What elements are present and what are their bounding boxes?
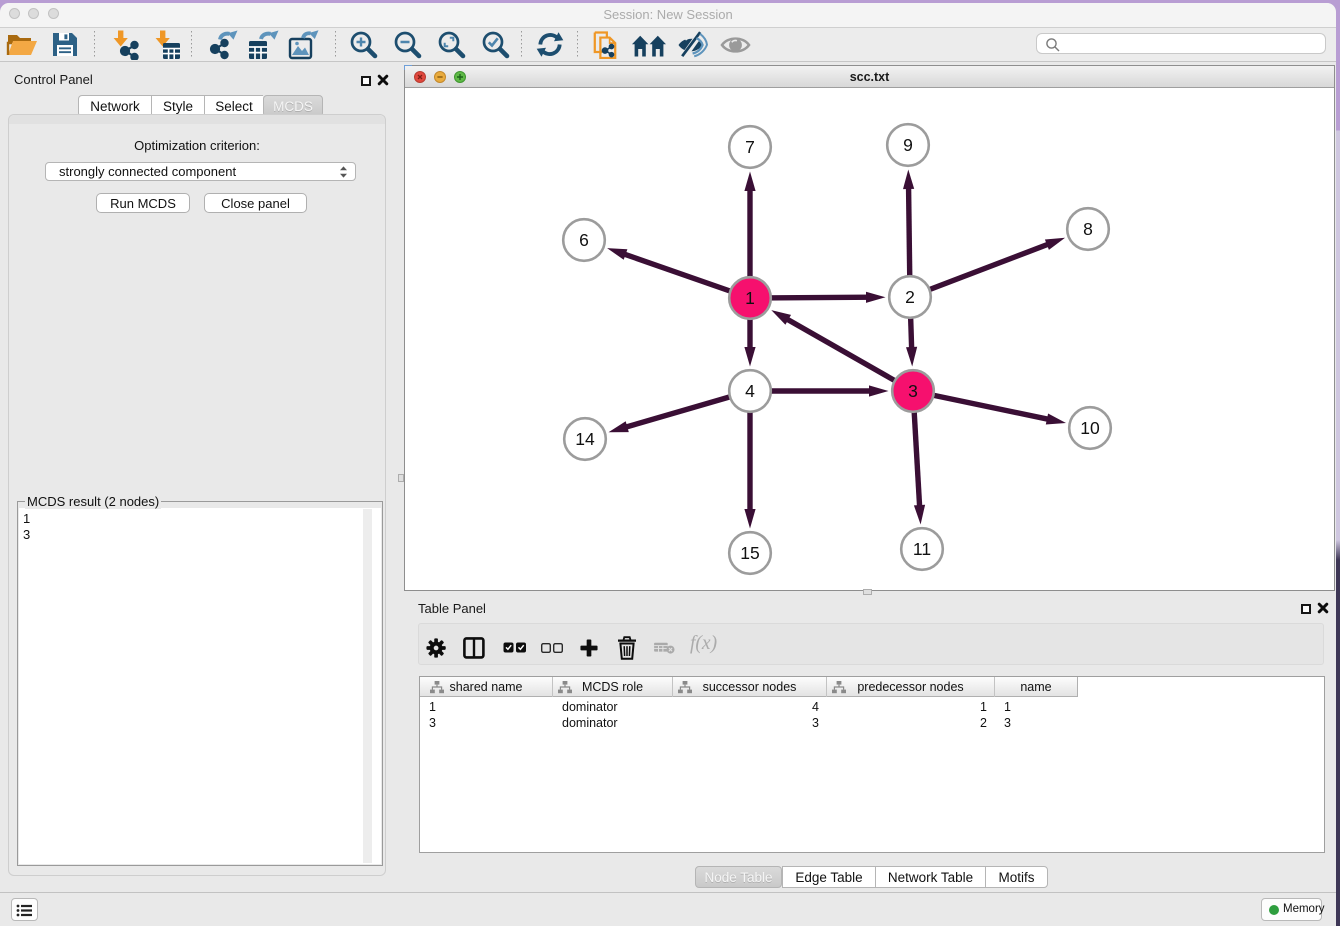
svg-text:3: 3 <box>908 381 918 401</box>
svg-text:1: 1 <box>745 288 755 308</box>
svg-text:9: 9 <box>903 135 913 155</box>
svg-text:7: 7 <box>745 137 755 157</box>
svg-text:10: 10 <box>1080 418 1100 438</box>
svg-text:4: 4 <box>745 381 755 401</box>
svg-text:14: 14 <box>575 429 595 449</box>
svg-text:8: 8 <box>1083 219 1093 239</box>
svg-text:6: 6 <box>579 230 589 250</box>
svg-text:15: 15 <box>740 543 759 563</box>
svg-text:2: 2 <box>905 287 915 307</box>
svg-text:11: 11 <box>913 539 931 559</box>
